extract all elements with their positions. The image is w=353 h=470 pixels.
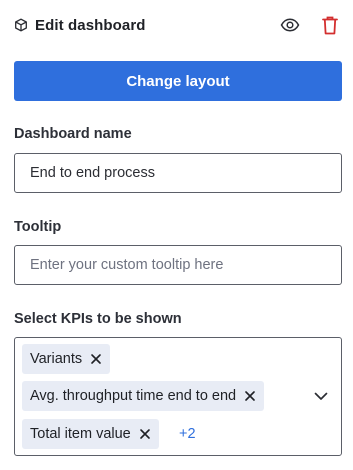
more-kpis-count[interactable]: +2 bbox=[179, 419, 196, 449]
tooltip-input[interactable] bbox=[14, 245, 342, 285]
remove-chip-icon[interactable] bbox=[139, 428, 151, 440]
kpi-chip-label: Variants bbox=[30, 351, 83, 367]
change-layout-button[interactable]: Change layout bbox=[14, 61, 342, 101]
kpi-chip-label: Total item value bbox=[30, 426, 131, 442]
panel-title: Edit dashboard bbox=[35, 16, 146, 34]
header-actions bbox=[279, 14, 341, 36]
kpi-chip: Variants bbox=[22, 344, 111, 374]
cube-icon bbox=[14, 18, 28, 32]
kpi-chip: Avg. throughput time end to end bbox=[22, 381, 265, 411]
panel-header: Edit dashboard bbox=[14, 10, 341, 40]
kpi-multiselect[interactable]: Variants Avg. throughput time end to end… bbox=[14, 337, 342, 456]
remove-chip-icon[interactable] bbox=[90, 353, 102, 365]
chevron-down-icon[interactable] bbox=[311, 386, 331, 406]
kpi-select-label: Select KPIs to be shown bbox=[14, 311, 182, 327]
eye-icon[interactable] bbox=[279, 14, 301, 36]
kpi-chip: Total item value bbox=[22, 419, 159, 449]
trash-icon[interactable] bbox=[319, 14, 341, 36]
kpi-chip-label: Avg. throughput time end to end bbox=[30, 388, 237, 404]
tooltip-label: Tooltip bbox=[14, 219, 62, 235]
dashboard-name-label: Dashboard name bbox=[14, 126, 132, 142]
remove-chip-icon[interactable] bbox=[244, 390, 256, 402]
dashboard-name-input[interactable] bbox=[14, 153, 342, 193]
edit-dashboard-panel: Edit dashboard Change layout Dashboard n… bbox=[0, 0, 353, 470]
